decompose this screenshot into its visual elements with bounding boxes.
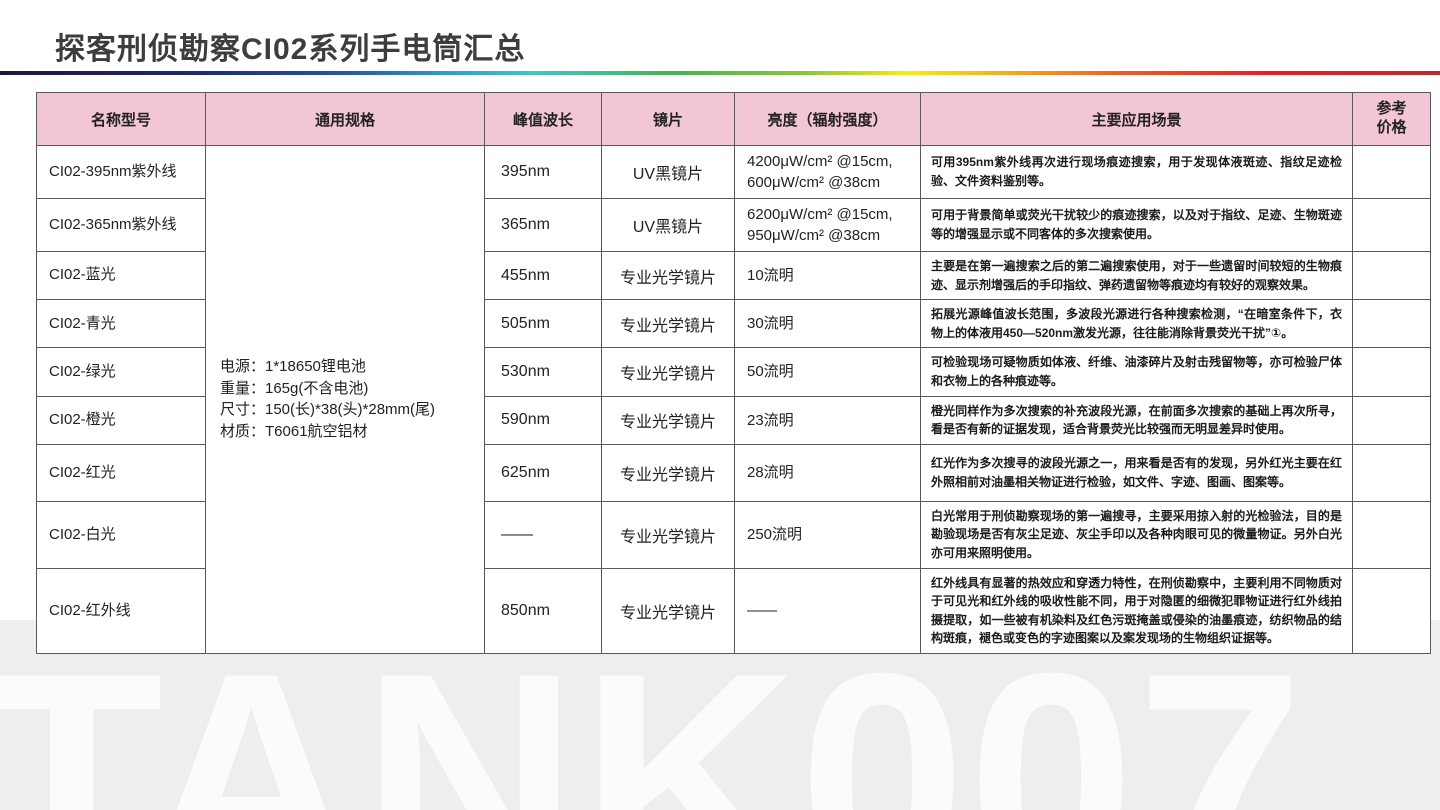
brightness-cell: 50流明 — [735, 348, 921, 396]
lens-cell: 专业光学镜片 — [602, 501, 735, 568]
wavelength-cell: 850nm — [485, 568, 602, 653]
wavelength-cell: 625nm — [485, 444, 602, 501]
shared-specs-cell: 电源：1*18650锂电池 重量：165g(不含电池) 尺寸：150(长)*38… — [206, 146, 485, 654]
lens-cell: UV黑镜片 — [602, 146, 735, 199]
header-wavelength: 峰值波长 — [485, 93, 602, 146]
header-model: 名称型号 — [37, 93, 206, 146]
brightness-cell: 6200μW/cm² @15cm, 950μW/cm² @38cm — [735, 199, 921, 252]
brightness-cell: —— — [735, 568, 921, 653]
price-cell — [1353, 146, 1431, 199]
watermark: TANK007 — [0, 628, 1305, 810]
lens-cell: 专业光学镜片 — [602, 568, 735, 653]
model-cell: CI02-绿光 — [37, 348, 206, 396]
model-cell: CI02-橙光 — [37, 396, 206, 444]
scenario-cell: 红光作为多次搜寻的波段光源之一，用来看是否有的发现，另外红光主要在红外照相前对油… — [921, 444, 1353, 501]
flashlight-spec-table: 名称型号 通用规格 峰值波长 镜片 亮度（辐射强度） 主要应用场景 参考 价格 … — [36, 92, 1431, 654]
lens-cell: 专业光学镜片 — [602, 252, 735, 300]
wavelength-cell: 365nm — [485, 199, 602, 252]
model-cell: CI02-白光 — [37, 501, 206, 568]
price-cell — [1353, 568, 1431, 653]
price-cell — [1353, 300, 1431, 348]
header-brightness: 亮度（辐射强度） — [735, 93, 921, 146]
header-lens: 镜片 — [602, 93, 735, 146]
model-cell: CI02-395nm紫外线 — [37, 146, 206, 199]
price-cell — [1353, 501, 1431, 568]
table-body: CI02-395nm紫外线电源：1*18650锂电池 重量：165g(不含电池)… — [37, 146, 1431, 654]
header-specs: 通用规格 — [206, 93, 485, 146]
price-cell — [1353, 444, 1431, 501]
table-row: CI02-395nm紫外线电源：1*18650锂电池 重量：165g(不含电池)… — [37, 146, 1431, 199]
scenario-cell: 白光常用于刑侦勘察现场的第一遍搜寻，主要采用掠入射的光检验法，目的是勘验现场是否… — [921, 501, 1353, 568]
lens-cell: 专业光学镜片 — [602, 348, 735, 396]
header-row: 名称型号 通用规格 峰值波长 镜片 亮度（辐射强度） 主要应用场景 参考 价格 — [37, 93, 1431, 146]
price-cell — [1353, 348, 1431, 396]
brightness-cell: 23流明 — [735, 396, 921, 444]
wavelength-cell: 505nm — [485, 300, 602, 348]
wavelength-cell: —— — [485, 501, 602, 568]
price-cell — [1353, 252, 1431, 300]
model-cell: CI02-红外线 — [37, 568, 206, 653]
lens-cell: UV黑镜片 — [602, 199, 735, 252]
scenario-cell: 红外线具有显著的热效应和穿透力特性，在刑侦勘察中，主要利用不同物质对于可见光和红… — [921, 568, 1353, 653]
brightness-cell: 28流明 — [735, 444, 921, 501]
brightness-cell: 30流明 — [735, 300, 921, 348]
header-scenario: 主要应用场景 — [921, 93, 1353, 146]
wavelength-cell: 395nm — [485, 146, 602, 199]
model-cell: CI02-红光 — [37, 444, 206, 501]
scenario-cell: 可用于背景简单或荧光干扰较少的痕迹搜索，以及对于指纹、足迹、生物斑迹等的增强显示… — [921, 199, 1353, 252]
spectrum-divider — [0, 71, 1440, 75]
scenario-cell: 可检验现场可疑物质如体液、纤维、油漆碎片及射击残留物等，亦可检验尸体和衣物上的各… — [921, 348, 1353, 396]
wavelength-cell: 530nm — [485, 348, 602, 396]
scenario-cell: 可用395nm紫外线再次进行现场痕迹搜索，用于发现体液斑迹、指纹足迹检验、文件资… — [921, 146, 1353, 199]
wavelength-cell: 455nm — [485, 252, 602, 300]
lens-cell: 专业光学镜片 — [602, 444, 735, 501]
lens-cell: 专业光学镜片 — [602, 396, 735, 444]
price-cell — [1353, 396, 1431, 444]
lens-cell: 专业光学镜片 — [602, 300, 735, 348]
brightness-cell: 250流明 — [735, 501, 921, 568]
model-cell: CI02-蓝光 — [37, 252, 206, 300]
brightness-cell: 10流明 — [735, 252, 921, 300]
header-price: 参考 价格 — [1353, 93, 1431, 146]
page: 探客刑侦勘察CI02系列手电筒汇总 TANK007 名称型号 通用规格 峰值波长… — [0, 0, 1440, 810]
scenario-cell: 拓展光源峰值波长范围，多波段光源进行各种搜索检测，“在暗室条件下，衣物上的体液用… — [921, 300, 1353, 348]
model-cell: CI02-365nm紫外线 — [37, 199, 206, 252]
scenario-cell: 橙光同样作为多次搜索的补充波段光源，在前面多次搜索的基础上再次所寻，看是否有新的… — [921, 396, 1353, 444]
wavelength-cell: 590nm — [485, 396, 602, 444]
price-cell — [1353, 199, 1431, 252]
brightness-cell: 4200μW/cm² @15cm, 600μW/cm² @38cm — [735, 146, 921, 199]
model-cell: CI02-青光 — [37, 300, 206, 348]
page-title: 探客刑侦勘察CI02系列手电筒汇总 — [55, 24, 525, 68]
scenario-cell: 主要是在第一遍搜索之后的第二遍搜索使用，对于一些遗留时间较短的生物痕迹、显示剂增… — [921, 252, 1353, 300]
